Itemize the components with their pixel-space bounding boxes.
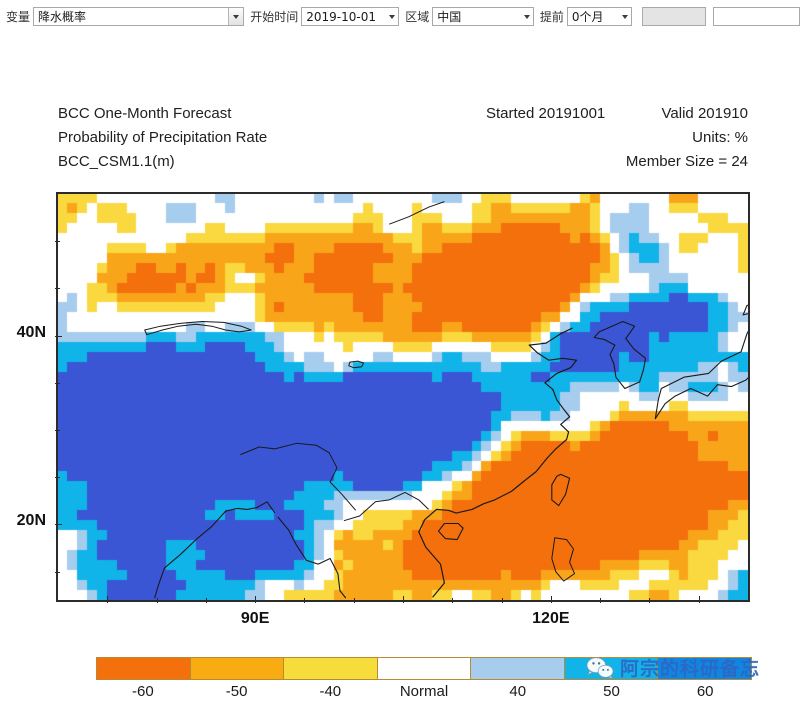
coastline-path: [742, 304, 748, 316]
coastline-path: [154, 501, 276, 599]
units-text: Units: %: [692, 129, 748, 146]
x-axis-tick: [649, 598, 651, 603]
x-axis-tick: [452, 598, 454, 603]
y-axis-tick: [55, 382, 60, 384]
colorbar-tick-label: -40: [319, 683, 342, 700]
x-tick-label-90e: 90E: [240, 610, 270, 627]
x-axis-tick: [205, 598, 207, 603]
filter-toolbar: 变量 降水概率 开始时间 2019-10-01 区域 中国 提前 0个月: [0, 0, 800, 34]
y-tick-label-40n: 40N: [16, 323, 46, 341]
y-axis-tick: [55, 477, 60, 479]
x-axis-tick: [304, 598, 306, 603]
variable-select-value: 降水概率: [38, 10, 87, 24]
coastline-path: [144, 321, 252, 336]
figure-header: BCC One-Month Forecast Started 20191001 …: [58, 105, 748, 177]
starttime-select[interactable]: 2019-10-01: [301, 7, 400, 26]
x-axis-tick: [353, 598, 355, 603]
blank-input[interactable]: [712, 7, 800, 26]
header-line-3: BCC_CSM1.1(m) Member Size = 24: [58, 153, 748, 177]
coastline-path: [437, 522, 464, 541]
chevron-down-icon[interactable]: [521, 14, 533, 19]
colorbar-tick-label: -50: [225, 683, 248, 700]
member-size-text: Member Size = 24: [625, 153, 748, 170]
coastline-path: [277, 516, 347, 599]
coastline-path: [551, 537, 575, 582]
region-label: 区域: [405, 10, 430, 24]
coastline-path: [348, 360, 365, 369]
lead-select-value: 0个月: [571, 10, 604, 24]
y-axis-tick: [55, 335, 62, 337]
y-axis-tick: [55, 430, 60, 432]
x-axis-tick: [403, 596, 404, 603]
header-line-2: Probability of Precipitation Rate Units:…: [58, 129, 748, 153]
coastline-path: [240, 442, 357, 511]
x-axis-tick: [501, 598, 503, 603]
variable-select[interactable]: 降水概率: [33, 7, 245, 26]
chevron-down-icon[interactable]: [228, 8, 244, 25]
coastline-path: [389, 201, 445, 225]
started-date: Started 20191001: [486, 105, 606, 122]
y-axis-tick: [55, 524, 62, 526]
colorbar-tick-label: -60: [132, 683, 154, 700]
colorbar-tick-label: Normal: [399, 683, 449, 700]
colorbar-tick-label: 60: [696, 683, 714, 700]
colorbar-segment: [189, 657, 284, 680]
lead-select[interactable]: 0个月: [566, 7, 633, 26]
lead-label: 提前: [539, 10, 564, 24]
colorbar-tick-label: 50: [603, 683, 620, 700]
forecast-figure: BCC One-Month Forecast Started 20191001 …: [0, 33, 800, 710]
forecast-title: BCC One-Month Forecast: [58, 105, 232, 122]
chevron-down-icon[interactable]: [619, 14, 631, 19]
colorbar-segment: [283, 657, 377, 680]
coastline-path: [343, 491, 429, 522]
colorbar-labels: -60 -50 -40 Normal 40 50 60: [96, 683, 752, 705]
y-tick-label-20n: 20N: [16, 512, 46, 530]
x-axis-tick: [255, 596, 257, 603]
coastline-path: [418, 327, 578, 598]
colorbar-segment: [657, 657, 753, 680]
coastline-path: [593, 320, 647, 390]
colorbar: [96, 657, 753, 680]
x-axis-tick: [107, 596, 109, 603]
colorbar-tick-label: 40: [509, 683, 527, 700]
starttime-label: 开始时间: [250, 10, 299, 24]
coastline-overlay: [144, 201, 748, 599]
colorbar-segment: [563, 657, 658, 680]
colorbar-segment: [470, 657, 564, 680]
y-axis-tick: [55, 241, 60, 243]
variable-title: Probability of Precipitation Rate: [58, 129, 268, 146]
region-select-value: 中国: [437, 10, 462, 24]
y-axis-tick: [55, 571, 60, 573]
x-axis-tick: [600, 598, 602, 603]
map-plot-area[interactable]: [56, 192, 750, 602]
chevron-down-icon[interactable]: [386, 14, 398, 19]
starttime-select-value: 2019-10-01: [306, 9, 376, 24]
disabled-button[interactable]: [642, 7, 706, 26]
region-select[interactable]: 中国: [432, 7, 534, 26]
model-name: BCC_CSM1.1(m): [58, 153, 175, 170]
header-line-1: BCC One-Month Forecast Started 20191001 …: [58, 105, 748, 129]
x-tick-label-120e: 120E: [532, 610, 570, 627]
x-axis-tick: [550, 596, 552, 603]
y-axis-tick: [55, 288, 60, 290]
x-axis-tick: [156, 598, 158, 603]
coastline-path: [654, 330, 748, 420]
colorbar-segment: [96, 657, 190, 680]
x-axis-tick: [698, 596, 700, 603]
coastline-path: [551, 473, 571, 507]
valid-date: Valid 201910: [661, 105, 748, 122]
variable-label: 变量: [6, 10, 31, 24]
colorbar-segment: [376, 657, 471, 680]
map-panel: 40N 20N 90E 120E: [17, 192, 750, 627]
